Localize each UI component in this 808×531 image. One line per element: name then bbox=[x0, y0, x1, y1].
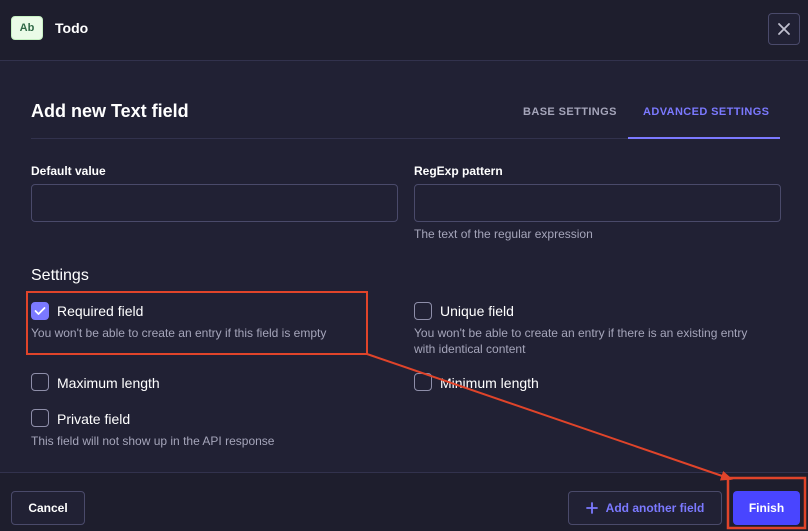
finish-button[interactable]: Finish bbox=[733, 491, 800, 525]
required-field-hint: You won't be able to create an entry if … bbox=[31, 326, 327, 340]
maximum-length-label: Maximum length bbox=[57, 375, 160, 391]
active-tab-indicator bbox=[628, 137, 780, 139]
tab-advanced-settings[interactable]: ADVANCED SETTINGS bbox=[643, 106, 769, 118]
modal-footer: Cancel Add another field Finish bbox=[0, 472, 808, 531]
check-icon bbox=[34, 307, 46, 315]
close-icon bbox=[778, 23, 790, 35]
unique-field-hint-line1: You won't be able to create an entry if … bbox=[414, 326, 748, 340]
default-value-input[interactable] bbox=[31, 184, 398, 222]
regexp-pattern-label: RegExp pattern bbox=[414, 164, 503, 178]
tab-base-settings[interactable]: BASE SETTINGS bbox=[523, 106, 617, 118]
close-button[interactable] bbox=[768, 13, 800, 45]
required-field-label: Required field bbox=[57, 303, 144, 319]
regexp-pattern-input[interactable] bbox=[414, 184, 781, 222]
private-field-label: Private field bbox=[57, 411, 131, 427]
maximum-length-checkbox[interactable] bbox=[31, 373, 49, 391]
minimum-length-label: Minimum length bbox=[440, 375, 539, 391]
field-type-badge: Ab bbox=[11, 16, 43, 40]
modal-body: Add new Text field BASE SETTINGS ADVANCE… bbox=[0, 62, 808, 472]
unique-field-checkbox[interactable] bbox=[414, 302, 432, 320]
minimum-length-checkbox[interactable] bbox=[414, 373, 432, 391]
modal-header: Ab Todo bbox=[0, 0, 808, 61]
collection-name: Todo bbox=[55, 20, 89, 36]
required-field-checkbox[interactable] bbox=[31, 302, 49, 320]
default-value-label: Default value bbox=[31, 164, 106, 178]
private-field-checkbox[interactable] bbox=[31, 409, 49, 427]
add-another-field-button[interactable]: Add another field bbox=[568, 491, 722, 525]
unique-field-hint-line2: with identical content bbox=[414, 342, 526, 356]
cancel-button[interactable]: Cancel bbox=[11, 491, 85, 525]
add-another-field-label: Add another field bbox=[605, 501, 705, 515]
settings-heading: Settings bbox=[31, 267, 89, 284]
regexp-pattern-hint: The text of the regular expression bbox=[414, 227, 593, 241]
private-field-hint: This field will not show up in the API r… bbox=[31, 434, 275, 448]
unique-field-label: Unique field bbox=[440, 303, 514, 319]
modal-title: Add new Text field bbox=[31, 101, 189, 121]
plus-icon bbox=[585, 502, 598, 514]
